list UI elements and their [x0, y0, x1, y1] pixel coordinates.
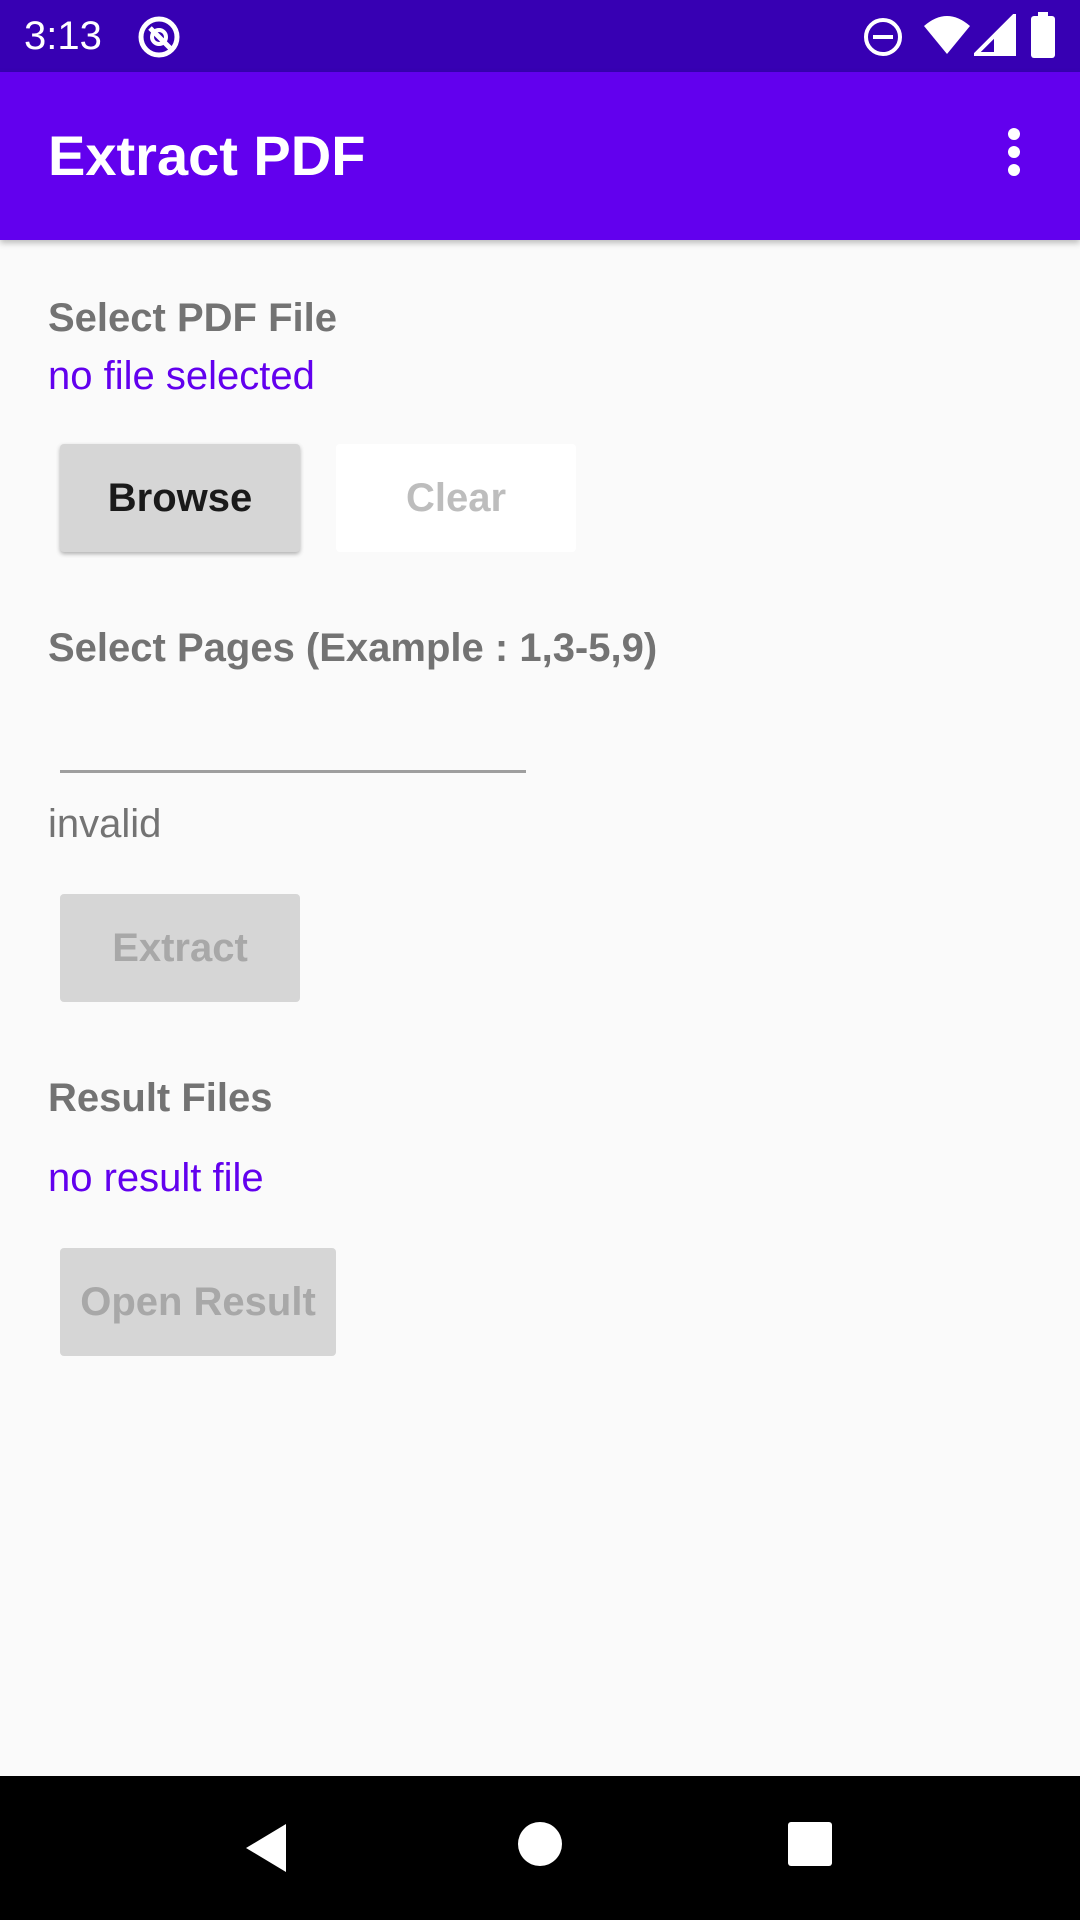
- app-bar: Extract PDF: [0, 72, 1080, 240]
- back-icon[interactable]: [240, 1816, 304, 1880]
- extract-button[interactable]: Extract: [60, 894, 300, 1002]
- more-vert-icon[interactable]: [990, 124, 1038, 188]
- do-not-disturb-icon: [864, 18, 902, 56]
- navigation-bar: [0, 1776, 1080, 1920]
- wifi-icon: [924, 16, 970, 54]
- home-icon[interactable]: [512, 1816, 568, 1872]
- signal-icon: [974, 14, 1016, 56]
- result-files-label: Result Files: [48, 1076, 273, 1120]
- status-time: 3:13: [24, 14, 102, 58]
- file-status-text: no file selected: [48, 354, 315, 398]
- pages-input[interactable]: [60, 700, 526, 773]
- browse-button[interactable]: Browse: [60, 444, 300, 552]
- battery-icon: [1031, 12, 1055, 58]
- at-sign-icon: [138, 16, 180, 58]
- select-pdf-file-label: Select PDF File: [48, 296, 337, 340]
- recents-icon[interactable]: [784, 1818, 836, 1870]
- pages-validation-text: invalid: [48, 802, 162, 846]
- select-pages-label: Select Pages (Example : 1,3-5,9): [48, 626, 658, 670]
- status-bar: 3:13: [0, 0, 1080, 72]
- result-status-text: no result file: [48, 1156, 264, 1200]
- clear-button[interactable]: Clear: [336, 444, 576, 552]
- open-result-button[interactable]: Open Result: [60, 1248, 336, 1356]
- app-title: Extract PDF: [48, 124, 366, 187]
